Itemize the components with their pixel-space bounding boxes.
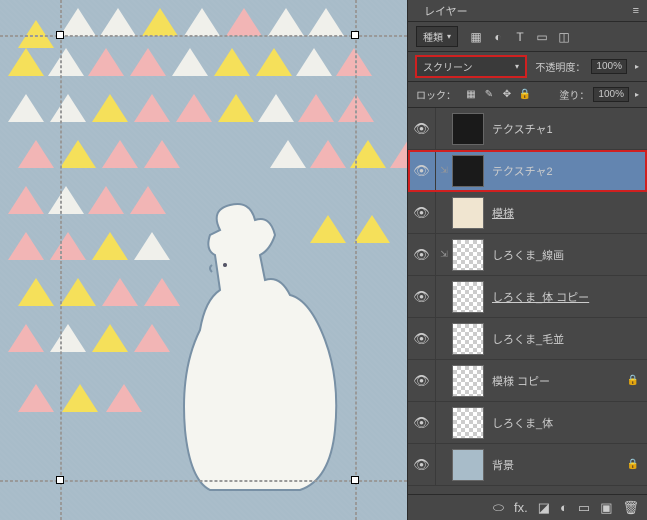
- filter-type-icon[interactable]: T: [512, 29, 528, 45]
- fill-flyout-icon[interactable]: ▸: [635, 90, 639, 99]
- visibility-toggle[interactable]: 👁: [408, 318, 436, 359]
- layer-thumbnail[interactable]: [452, 449, 484, 481]
- layer-name[interactable]: しろくま_線画: [492, 247, 639, 263]
- layer-row[interactable]: 👁 しろくま_体: [408, 402, 647, 444]
- layer-name[interactable]: 模様 コピー: [492, 373, 627, 389]
- layer-row[interactable]: 👁 模様: [408, 192, 647, 234]
- visibility-toggle[interactable]: 👁: [408, 234, 436, 275]
- layers-list: 👁 テクスチャ1 👁 ⇲ テクスチャ2 👁 模様 👁 ⇲ しろくま_線画 👁 しろくま_体 コピー 👁 し…: [408, 108, 647, 494]
- visibility-toggle[interactable]: 👁: [408, 276, 436, 317]
- layer-name[interactable]: しろくま_毛並: [492, 331, 639, 347]
- bear-illustration: [170, 200, 370, 500]
- opacity-value[interactable]: 100%: [591, 59, 627, 74]
- adjustment-icon[interactable]: ◐: [560, 500, 568, 515]
- eye-icon: 👁: [413, 205, 430, 221]
- eye-icon: 👁: [413, 247, 430, 263]
- layer-thumbnail[interactable]: [452, 155, 484, 187]
- panel-menu-icon[interactable]: ≡: [633, 5, 639, 17]
- layer-name[interactable]: 模様: [492, 205, 639, 221]
- layer-row[interactable]: 👁 模様 コピー🔒: [408, 360, 647, 402]
- lock-transparency-icon[interactable]: ▦: [464, 88, 478, 102]
- lock-all-icon[interactable]: 🔒: [518, 88, 532, 102]
- eye-icon: 👁: [413, 289, 430, 305]
- layers-bottom-bar: ⬭ fx. ◪ ◐ ▭ ▣ 🗑: [408, 494, 647, 520]
- lock-label: ロック：: [416, 87, 456, 102]
- clip-indicator: ⇲: [436, 165, 452, 176]
- fx-icon[interactable]: fx.: [514, 500, 528, 515]
- layer-thumbnail[interactable]: [452, 239, 484, 271]
- filter-image-icon[interactable]: ▦: [468, 29, 484, 45]
- blend-row: スクリーン ▾ 不透明度： 100% ▸: [408, 52, 647, 82]
- fill-value[interactable]: 100%: [593, 87, 629, 102]
- layer-row[interactable]: 👁 ⇲ テクスチャ2: [408, 150, 647, 192]
- layer-row[interactable]: 👁 しろくま_体 コピー: [408, 276, 647, 318]
- layer-name[interactable]: しろくま_体: [492, 415, 639, 431]
- layer-thumbnail[interactable]: [452, 113, 484, 145]
- mask-icon[interactable]: ◪: [538, 500, 550, 516]
- layers-tab[interactable]: レイヤー: [416, 0, 476, 23]
- layer-row[interactable]: 👁 テクスチャ1: [408, 108, 647, 150]
- canvas-area[interactable]: [0, 0, 407, 520]
- layers-panel: レイヤー ≡ 種類 ▾ ▦ ◐ T ▭ ◫ スクリーン ▾ 不透明度： 100%…: [407, 0, 647, 520]
- filter-type-label: 種類: [423, 29, 443, 44]
- layer-name[interactable]: 背景: [492, 457, 627, 473]
- trash-icon[interactable]: 🗑: [622, 500, 639, 516]
- filter-row: 種類 ▾ ▦ ◐ T ▭ ◫: [408, 22, 647, 52]
- chevron-down-icon: ▾: [447, 32, 451, 41]
- eye-icon: 👁: [413, 331, 430, 347]
- layer-thumbnail[interactable]: [452, 407, 484, 439]
- layer-thumbnail[interactable]: [452, 323, 484, 355]
- lock-image-icon[interactable]: ✎: [482, 88, 496, 102]
- visibility-toggle[interactable]: 👁: [408, 444, 436, 485]
- clip-indicator: ⇲: [436, 249, 452, 260]
- layer-name[interactable]: しろくま_体 コピー: [492, 289, 639, 305]
- filter-adjustment-icon[interactable]: ◐: [490, 29, 506, 45]
- new-layer-icon[interactable]: ▣: [600, 500, 612, 516]
- filter-shape-icon[interactable]: ▭: [534, 29, 550, 45]
- panel-header: レイヤー ≡: [408, 0, 647, 22]
- layer-thumbnail[interactable]: [452, 365, 484, 397]
- eye-icon: 👁: [413, 121, 430, 137]
- layer-thumbnail[interactable]: [452, 197, 484, 229]
- blend-mode-dropdown[interactable]: スクリーン ▾: [416, 56, 526, 77]
- visibility-toggle[interactable]: 👁: [408, 192, 436, 233]
- layer-thumbnail[interactable]: [452, 281, 484, 313]
- fill-label: 塗り：: [559, 87, 589, 102]
- group-icon[interactable]: ▭: [578, 500, 590, 516]
- layer-name[interactable]: テクスチャ1: [492, 121, 639, 137]
- layer-row[interactable]: 👁 ⇲ しろくま_線画: [408, 234, 647, 276]
- layer-row[interactable]: 👁 背景🔒: [408, 444, 647, 486]
- lock-icon: 🔒: [627, 375, 639, 386]
- lock-row: ロック： ▦ ✎ ✥ 🔒 塗り： 100% ▸: [408, 82, 647, 108]
- eye-icon: 👁: [413, 457, 430, 473]
- layer-row[interactable]: 👁 しろくま_毛並: [408, 318, 647, 360]
- visibility-toggle[interactable]: 👁: [408, 108, 436, 149]
- link-layers-icon[interactable]: ⬭: [493, 500, 504, 516]
- lock-icon: 🔒: [627, 459, 639, 470]
- eye-icon: 👁: [413, 163, 430, 179]
- layer-name[interactable]: テクスチャ2: [492, 163, 639, 179]
- blend-mode-value: スクリーン: [423, 59, 473, 74]
- opacity-flyout-icon[interactable]: ▸: [635, 62, 639, 71]
- visibility-toggle[interactable]: 👁: [408, 360, 436, 401]
- filter-type-dropdown[interactable]: 種類 ▾: [416, 26, 458, 47]
- opacity-label: 不透明度：: [535, 59, 585, 74]
- visibility-toggle[interactable]: 👁: [408, 402, 436, 443]
- chevron-down-icon: ▾: [515, 62, 519, 71]
- lock-position-icon[interactable]: ✥: [500, 88, 514, 102]
- visibility-toggle[interactable]: 👁: [408, 150, 436, 191]
- eye-icon: 👁: [413, 415, 430, 431]
- filter-smart-icon[interactable]: ◫: [556, 29, 572, 45]
- eye-icon: 👁: [413, 373, 430, 389]
